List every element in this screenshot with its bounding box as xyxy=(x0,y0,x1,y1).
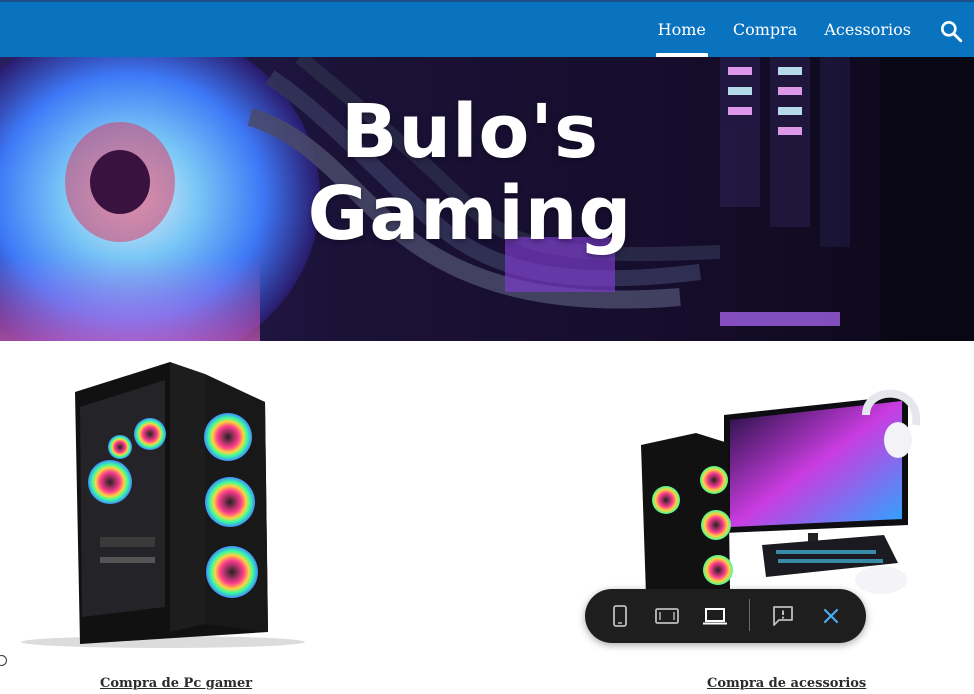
edge-indicator-icon xyxy=(0,655,7,666)
nav-item-compra[interactable]: Compra xyxy=(733,2,797,59)
site-header: Home Compra Acessorios xyxy=(0,0,974,59)
close-icon[interactable] xyxy=(816,601,846,631)
nav-item-home[interactable]: Home xyxy=(655,2,709,59)
hero-banner: Bulo's Gaming xyxy=(0,57,974,341)
laptop-preview-icon[interactable] xyxy=(700,601,730,631)
report-feedback-icon[interactable] xyxy=(768,601,798,631)
tablet-preview-icon[interactable] xyxy=(652,601,682,631)
nav-item-acessorios[interactable]: Acessorios xyxy=(824,2,911,59)
hero-title-line2: Gaming xyxy=(307,171,633,257)
gaming-pc-case-image[interactable] xyxy=(20,362,306,648)
preview-toolbar xyxy=(585,589,866,643)
toolbar-separator xyxy=(749,599,750,631)
hero-title: Bulo's Gaming xyxy=(270,91,670,255)
hero-title-line1: Bulo's xyxy=(341,89,599,175)
product-link-acessorios[interactable]: Compra de acessorios xyxy=(707,676,866,691)
main-nav: Home Compra Acessorios xyxy=(655,2,974,59)
phone-preview-icon[interactable] xyxy=(605,601,635,631)
gaming-setup-image[interactable] xyxy=(636,385,920,597)
search-icon[interactable] xyxy=(938,18,964,44)
product-link-pc-gamer[interactable]: Compra de Pc gamer xyxy=(100,676,252,691)
